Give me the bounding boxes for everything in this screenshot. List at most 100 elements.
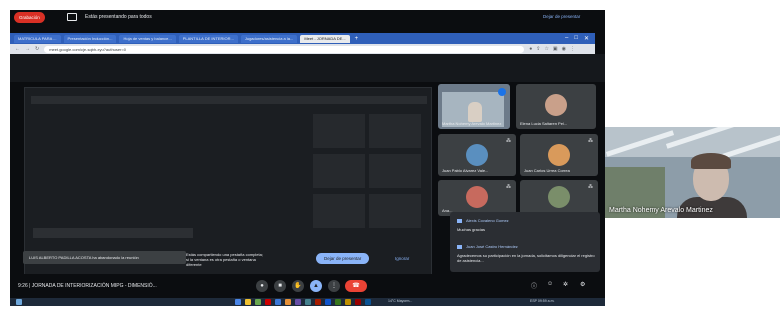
participant-figure: [468, 102, 482, 122]
chat-text: Agradecemos su participación en la jorna…: [457, 253, 595, 263]
star-icon[interactable]: ☆: [544, 46, 548, 52]
meeting-info: 9:26 | JORNADA DE INTERIORIZACIÓN MIPG -…: [18, 283, 157, 289]
forward-icon[interactable]: →: [25, 46, 30, 52]
mic-button[interactable]: ●: [256, 280, 268, 292]
menu-icon[interactable]: ⋮: [570, 46, 575, 52]
participant-name: Juan Pablo Alvarez Vale...: [442, 168, 489, 173]
browser-tab[interactable]: MATRICULA PARA ...: [14, 34, 61, 43]
taskbar-app-icon[interactable]: [295, 299, 301, 305]
camera-name-label: Martha Nohemy Arevalo Martinez: [609, 207, 713, 214]
participant-name: Elena Lucia Saltaren Pel...: [520, 121, 568, 126]
taskbar-app-icon[interactable]: [355, 299, 361, 305]
taskbar-app-icon[interactable]: [345, 299, 351, 305]
start-icon[interactable]: [16, 299, 22, 305]
stop-presenting-link[interactable]: Dejar de presentar: [543, 14, 580, 19]
recording-badge[interactable]: Grabación: [14, 12, 45, 23]
participant-tile[interactable]: Martha Nohemy Arevalo Martinez: [438, 84, 510, 129]
maximize-icon[interactable]: □: [574, 35, 578, 42]
ignore-button[interactable]: Ignorar: [395, 256, 409, 261]
presenting-notice: Estás presentando para todos: [85, 14, 152, 20]
chat-icon: [457, 218, 462, 223]
share-icon[interactable]: ⇪: [536, 46, 540, 52]
stop-presenting-button[interactable]: Dejar de presentar: [316, 253, 370, 264]
nested-tile: [369, 154, 421, 188]
chat-icon: [457, 244, 462, 249]
back-icon[interactable]: ←: [15, 46, 20, 52]
nested-tile: [369, 194, 421, 228]
chat-author: Juan José Castro Hernández: [466, 244, 518, 249]
participant-name: Juan Carlos Urrea Correa: [524, 168, 570, 173]
taskbar-app-icon[interactable]: [315, 299, 321, 305]
chat-text: Muchas gracias: [457, 227, 486, 232]
weather-text: 14°C Mayorm...: [388, 299, 413, 303]
taskbar-app-icon[interactable]: [235, 299, 241, 305]
activities-icon[interactable]: ✲: [563, 281, 568, 288]
camera-indicator-icon[interactable]: ●: [529, 46, 532, 52]
nested-toast: [33, 228, 193, 238]
nested-browser-bar: [31, 96, 427, 104]
meet-top-bar: [10, 54, 605, 82]
extensions-icon[interactable]: ▣: [553, 46, 558, 52]
chat-author: Alexis Covaleno Gomez: [466, 218, 509, 223]
screen: MATRICULA PARA ... Presentación Inducció…: [0, 0, 780, 311]
nested-tile: [313, 114, 365, 148]
new-tab-icon[interactable]: +: [355, 36, 359, 42]
participant-tile[interactable]: ⁂: [520, 180, 598, 216]
avatar: [545, 94, 567, 116]
participant-tile[interactable]: ⁂ Juan Pablo Alvarez Vale...: [438, 134, 516, 176]
present-screen-icon: [67, 13, 77, 21]
taskbar-app-icon[interactable]: [365, 299, 371, 305]
url-input[interactable]: meet.google.com/cje-sqbh-xyu?authuser=0: [44, 45, 525, 53]
window-controls: – □ ✕: [565, 35, 595, 42]
mic-off-icon: ⁂: [506, 138, 511, 144]
minimize-icon[interactable]: –: [565, 35, 568, 42]
participant-tile[interactable]: ⁂ Juan Carlos Urrea Correa: [520, 134, 598, 176]
clock-text: ESP 09:59 a.m.: [530, 299, 555, 303]
taskbar-app-icon[interactable]: [275, 299, 281, 305]
mic-off-icon: ⁂: [588, 184, 593, 190]
person-hair: [691, 153, 731, 169]
browser-tab-active[interactable]: Meet - JORNADA DE...: [300, 34, 350, 43]
floating-camera-view[interactable]: Martha Nohemy Arevalo Martinez: [605, 127, 780, 218]
browser-tab[interactable]: Hoja de ventas y balance...: [119, 34, 176, 43]
chat-message: Alexis Covaleno Gomez: [457, 218, 509, 223]
close-icon[interactable]: ✕: [584, 35, 589, 42]
chat-panel[interactable]: Alexis Covaleno Gomez Muchas gracias Jua…: [450, 212, 600, 272]
share-warning-text: Estás compartiendo una pestaña completa;…: [186, 252, 263, 267]
speaking-indicator-icon: [498, 88, 506, 96]
more-options-button[interactable]: ⋮: [328, 280, 340, 292]
camera-button[interactable]: ■: [274, 280, 286, 292]
nested-participant-grid: [313, 114, 423, 264]
browser-tab[interactable]: Jugadores/asistencia a la...: [240, 34, 298, 43]
present-button[interactable]: ▲: [310, 280, 322, 292]
nested-tile: [313, 154, 365, 188]
host-controls-icon[interactable]: ⚙: [580, 281, 585, 288]
taskbar-app-icon[interactable]: [255, 299, 261, 305]
reload-icon[interactable]: ↻: [35, 46, 39, 52]
info-icon[interactable]: ⓘ: [531, 281, 537, 290]
address-bar: ← → ↻ meet.google.com/cje-sqbh-xyu?authu…: [10, 44, 595, 54]
profile-icon[interactable]: ◉: [562, 46, 566, 52]
browser-tab[interactable]: PLANTILLA DE INTERIOR...: [178, 34, 238, 43]
taskbar-app-icon[interactable]: [325, 299, 331, 305]
nested-tile: [369, 114, 421, 148]
nested-tile: [313, 194, 365, 228]
end-call-button[interactable]: ☎: [345, 280, 367, 292]
taskbar-app-icon[interactable]: [265, 299, 271, 305]
participant-left-toast: LUIS ALBERTO PADILLA ACOSTA ha abandonad…: [23, 251, 186, 264]
avatar: [548, 144, 570, 166]
taskbar-app-icon[interactable]: [305, 299, 311, 305]
taskbar-app-icon[interactable]: [335, 299, 341, 305]
browser-tab[interactable]: Presentación Inducción...: [63, 34, 117, 43]
participant-tile[interactable]: ⁂ Ana...: [438, 180, 516, 216]
mic-off-icon: ⁂: [506, 184, 511, 190]
ceiling: [605, 127, 780, 157]
windows-taskbar: 14°C Mayorm... ESP 09:59 a.m.: [10, 298, 605, 306]
avatar: [548, 186, 570, 208]
taskbar-app-icon[interactable]: [285, 299, 291, 305]
mic-off-icon: ⁂: [588, 138, 593, 144]
people-icon[interactable]: ☺: [547, 281, 553, 287]
raise-hand-button[interactable]: ✋: [292, 280, 304, 292]
participant-tile[interactable]: Elena Lucia Saltaren Pel...: [516, 84, 596, 129]
taskbar-app-icon[interactable]: [245, 299, 251, 305]
